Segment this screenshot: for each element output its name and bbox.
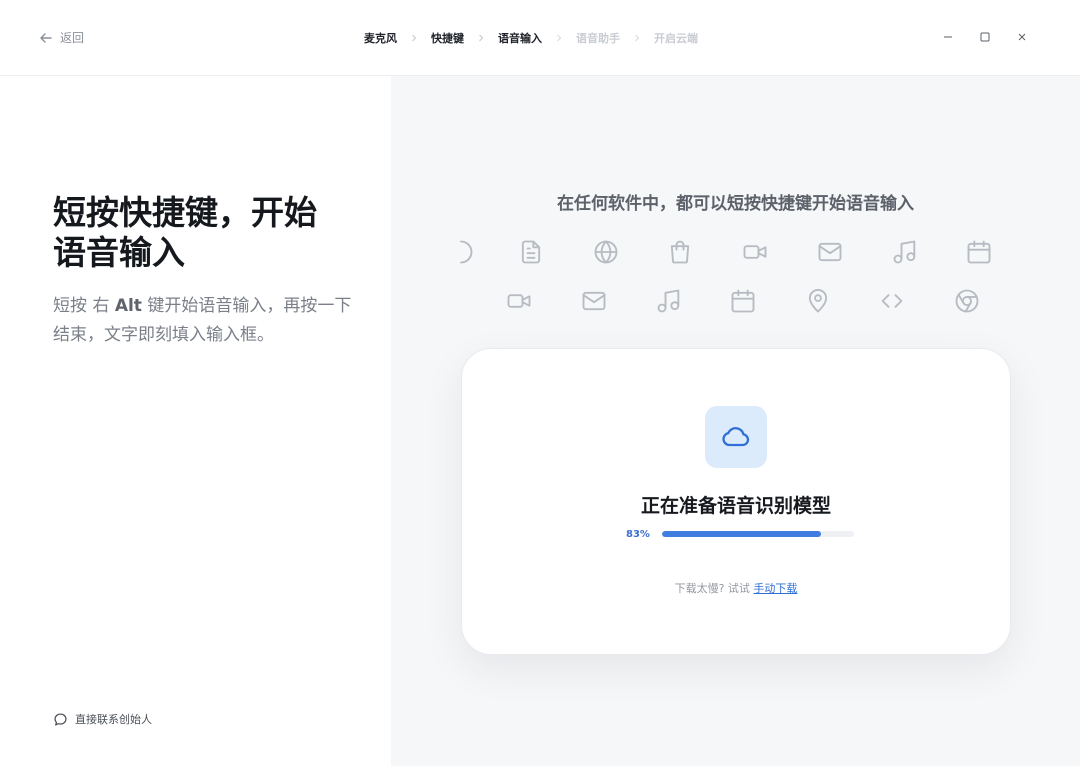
music-icon bbox=[654, 286, 684, 316]
video-icon bbox=[740, 237, 770, 267]
globe-icon bbox=[591, 237, 621, 267]
app-icon-row-1 bbox=[391, 237, 1080, 271]
back-button[interactable]: 返回 bbox=[38, 29, 84, 46]
back-label: 返回 bbox=[60, 31, 85, 45]
close-button[interactable] bbox=[1012, 27, 1032, 47]
step-voice-input: 语音输入 bbox=[498, 32, 542, 45]
right-panel: 在任何软件中，都可以短按快捷键开始语音输入 正在准备语音识别模型 83% 下载太… bbox=[391, 76, 1080, 766]
music-icon bbox=[890, 237, 920, 267]
cloud-icon-tile bbox=[705, 406, 767, 468]
close-icon bbox=[1018, 33, 1026, 41]
app-icon-row-2 bbox=[391, 286, 1080, 320]
progress-bar-fill bbox=[662, 531, 822, 537]
maximize-icon bbox=[980, 32, 990, 42]
contact-founder-link[interactable]: 直接联系创始人 bbox=[53, 711, 152, 727]
cloud-icon bbox=[722, 427, 750, 447]
minimize-icon bbox=[944, 36, 952, 38]
heading-line-1: 短按快捷键，开始 bbox=[53, 193, 317, 232]
partial-circle-icon bbox=[446, 237, 476, 267]
step-voice-assistant: 语音助手 bbox=[576, 32, 620, 45]
maximize-button[interactable] bbox=[975, 27, 995, 47]
progress-percent: 83% bbox=[626, 529, 650, 540]
video-icon bbox=[504, 286, 534, 316]
heading-line-2: 语音输入 bbox=[53, 233, 185, 272]
chevron-right-icon bbox=[554, 30, 564, 46]
chrome-icon bbox=[952, 286, 982, 316]
arrow-left-icon bbox=[40, 32, 52, 43]
chevron-right-icon bbox=[409, 30, 419, 46]
minimize-button[interactable] bbox=[938, 27, 958, 47]
instruction-text-pre: 短按 右 bbox=[53, 296, 115, 316]
model-download-card: 正在准备语音识别模型 83% 下载太慢? 试试 手动下载 bbox=[461, 348, 1011, 655]
calendar-icon bbox=[964, 237, 994, 267]
progress-bar bbox=[662, 531, 854, 537]
shortcut-key-label: Alt bbox=[114, 296, 142, 316]
chevron-right-icon bbox=[632, 30, 642, 46]
document-icon bbox=[516, 237, 546, 267]
left-panel: 短按快捷键，开始 语音输入 短按 右 Alt 键开始语音输入，再按一下结束，文字… bbox=[0, 76, 390, 766]
mail-icon bbox=[815, 237, 845, 267]
download-hint-text: 下载太慢? 试试 bbox=[674, 582, 754, 595]
mail-icon bbox=[579, 286, 609, 316]
step-shortcut: 快捷键 bbox=[431, 32, 464, 45]
instruction-text: 短按 右 Alt 键开始语音输入，再按一下结束，文字即刻填入输入框。 bbox=[53, 292, 353, 350]
top-bar: 返回 麦克风 快捷键 语音输入 语音助手 开启云端 bbox=[0, 0, 1080, 76]
calendar-icon bbox=[728, 286, 758, 316]
download-hint: 下载太慢? 试试 手动下载 bbox=[462, 580, 1010, 596]
manual-download-link[interactable]: 手动下载 bbox=[753, 582, 797, 595]
chevron-right-icon bbox=[476, 30, 486, 46]
step-microphone: 麦克风 bbox=[364, 32, 397, 45]
app-window: 返回 麦克风 快捷键 语音输入 语音助手 开启云端 短按快捷键，开始 语音输入 bbox=[0, 0, 1080, 766]
feature-caption: 在任何软件中，都可以短按快捷键开始语音输入 bbox=[557, 194, 914, 214]
step-progress: 麦克风 快捷键 语音输入 语音助手 开启云端 bbox=[364, 30, 698, 46]
status-title: 正在准备语音识别模型 bbox=[640, 495, 831, 517]
chat-bubble-icon bbox=[54, 712, 67, 726]
location-pin-icon bbox=[803, 286, 833, 316]
contact-founder-label: 直接联系创始人 bbox=[75, 713, 152, 726]
code-icon bbox=[877, 286, 907, 316]
step-enable-cloud: 开启云端 bbox=[654, 32, 698, 45]
page-heading: 短按快捷键，开始 语音输入 bbox=[53, 193, 353, 273]
shopping-bag-icon bbox=[665, 237, 695, 267]
